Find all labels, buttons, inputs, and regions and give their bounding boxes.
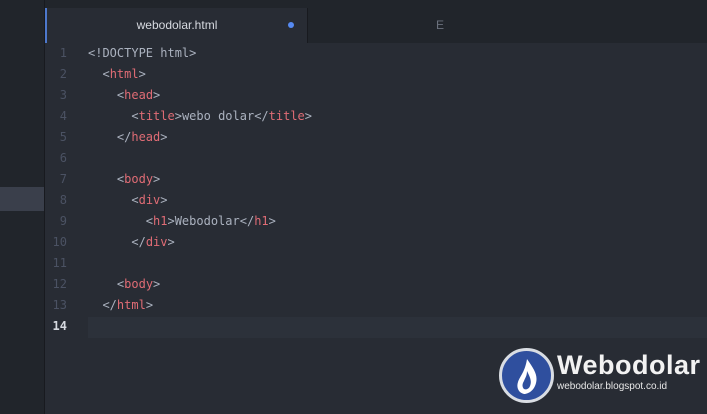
code-token: <!DOCTYPE html> xyxy=(88,46,197,60)
code-text: <div> xyxy=(88,193,168,207)
code-line[interactable]: 1 <!DOCTYPE html> xyxy=(45,44,707,65)
line-number: 8 xyxy=(59,193,67,207)
code-line[interactable]: 9 <h1>Webodolar</h1> xyxy=(45,212,707,233)
tag-name: div xyxy=(145,235,168,249)
line-number: 2 xyxy=(59,67,67,81)
code-token: > xyxy=(160,130,168,144)
code-line[interactable]: 2 <html> xyxy=(45,65,707,86)
code-token: > xyxy=(160,193,168,207)
code-text: <!DOCTYPE html> xyxy=(88,46,196,60)
tag-name: body xyxy=(124,172,154,186)
code-token: >Webodolar</ xyxy=(167,214,255,228)
code-line[interactable]: 3 <head> xyxy=(45,86,707,107)
tag-name: html xyxy=(116,298,146,312)
code-token: > xyxy=(304,109,312,123)
code-token: > xyxy=(153,277,161,291)
code-token: >webo dolar</ xyxy=(174,109,269,123)
code-text: </head> xyxy=(88,130,168,144)
line-number: 12 xyxy=(52,277,67,291)
code-token: </ xyxy=(131,235,146,249)
code-line[interactable]: 6 xyxy=(45,149,707,170)
code-line[interactable]: 10 </div> xyxy=(45,233,707,254)
code-line[interactable]: 7 <body> xyxy=(45,170,707,191)
code-text: <body> xyxy=(88,172,160,186)
line-number: 3 xyxy=(59,88,67,102)
code-line[interactable]: 13 </html> xyxy=(45,296,707,317)
code-text: </div> xyxy=(88,235,175,249)
line-number: 11 xyxy=(52,256,67,270)
line-number: 14 xyxy=(52,319,67,333)
code-line[interactable]: 12 <body> xyxy=(45,275,707,296)
code-line[interactable]: 5 </head> xyxy=(45,128,707,149)
code-token: </ xyxy=(116,130,132,144)
tag-name: div xyxy=(138,193,161,207)
code-token: > xyxy=(268,214,276,228)
tag-name: title xyxy=(138,109,175,123)
code-text: <body> xyxy=(88,277,160,291)
watermark-logo: Webodolar webodolar.blogspot.co.id xyxy=(499,348,701,408)
tag-name: html xyxy=(109,67,139,81)
tag-name: body xyxy=(124,277,154,291)
code-text: <html> xyxy=(88,67,146,81)
line-number: 13 xyxy=(52,298,67,312)
line-number: 5 xyxy=(59,130,67,144)
tab-label: E xyxy=(436,18,445,32)
code-line[interactable]: 4 <title>webo dolar</title> xyxy=(45,107,707,128)
code-token: > xyxy=(167,235,175,249)
code-token: < xyxy=(145,214,154,228)
flame-logo-icon xyxy=(499,348,554,403)
tab-webodolar-html[interactable]: webodolar.html xyxy=(45,8,307,43)
code-text: <head> xyxy=(88,88,160,102)
code-token: < xyxy=(102,67,110,81)
tag-name: title xyxy=(268,109,305,123)
watermark-name: Webodolar xyxy=(557,350,701,380)
line-number: 6 xyxy=(59,151,67,165)
tab-bar: webodolar.html E xyxy=(45,0,707,43)
line-number: 9 xyxy=(59,214,67,228)
tab-label: webodolar.html xyxy=(136,18,218,32)
code-token: > xyxy=(145,298,154,312)
left-panel-selected-item[interactable] xyxy=(0,187,44,211)
code-token: < xyxy=(131,193,139,207)
tag-name: h1 xyxy=(153,214,168,228)
code-token: > xyxy=(138,67,146,81)
code-text: <title>webo dolar</title> xyxy=(88,109,312,123)
code-token: > xyxy=(153,88,161,102)
watermark-url: webodolar.blogspot.co.id xyxy=(557,381,668,392)
line-number: 1 xyxy=(59,46,67,60)
modified-dot-icon[interactable] xyxy=(288,22,294,28)
code-line[interactable]: 11 xyxy=(45,254,707,275)
code-token: </ xyxy=(102,298,117,312)
code-line[interactable]: 8 <div> xyxy=(45,191,707,212)
line-number: 10 xyxy=(52,235,67,249)
code-token: > xyxy=(153,172,161,186)
line-number: 4 xyxy=(59,109,67,123)
line-number: 7 xyxy=(59,172,67,186)
code-token: < xyxy=(131,109,139,123)
code-line[interactable]: 14 xyxy=(45,317,707,338)
code-text: <h1>Webodolar</h1> xyxy=(88,214,276,228)
tag-name: head xyxy=(131,130,161,144)
tag-name: h1 xyxy=(254,214,269,228)
code-text: </html> xyxy=(88,298,153,312)
tag-name: head xyxy=(124,88,154,102)
tab-second[interactable]: E xyxy=(307,8,707,43)
